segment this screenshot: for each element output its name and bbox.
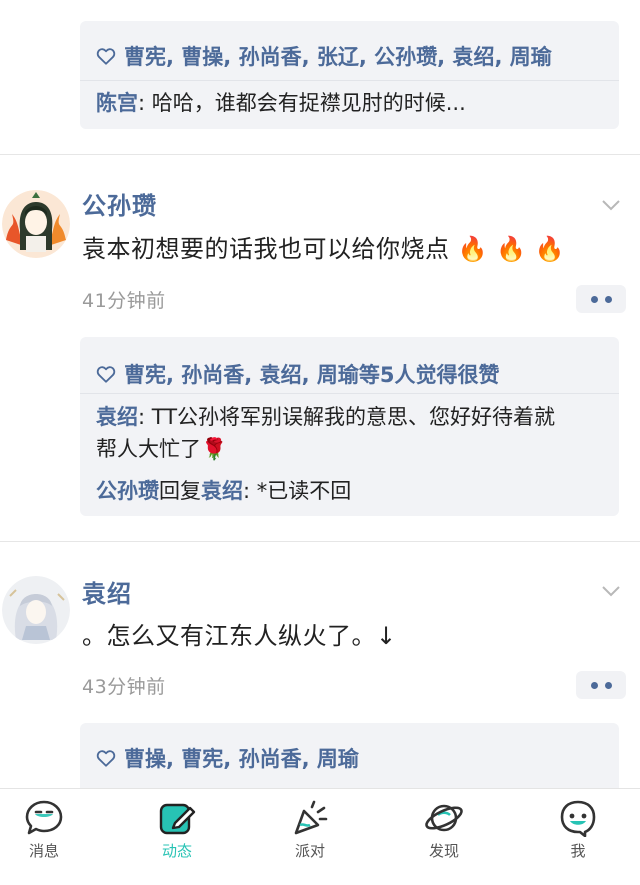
card-separator [80, 393, 619, 394]
tab-label: 消息 [28, 842, 59, 860]
likes-names: 曹宪, 曹操, 孙尚香, 张辽, 公孙瓒, 袁绍, 周瑜 [124, 45, 552, 69]
comment-author[interactable]: 袁绍 [96, 405, 138, 429]
post-time: 41分钟前 [82, 290, 166, 312]
tab-moments[interactable]: 动态 [113, 789, 241, 885]
bottom-tab-bar: 消息 动态 派对 发现 我 [0, 788, 640, 885]
interaction-card: 曹宪, 曹操, 孙尚香, 张辽, 公孙瓒, 袁绍, 周瑜 陈宫: 哈哈，谁都会有… [80, 21, 619, 129]
tab-label: 发现 [428, 842, 459, 860]
post-content: 。怎么又有江东人纵火了。↓ [82, 622, 397, 650]
avatar[interactable] [2, 190, 70, 258]
comment-text: 帮人大忙了 [96, 437, 201, 461]
comment-text: : *已读不回 [243, 479, 352, 503]
avatar[interactable] [2, 576, 70, 644]
reply-target[interactable]: 袁绍 [201, 479, 243, 503]
interaction-card: 曹操, 曹宪, 孙尚香, 周瑜 [80, 723, 619, 788]
comment-text: : 哈哈，谁都会有捉襟见肘的时候... [138, 91, 466, 115]
moments-icon [159, 803, 196, 835]
post-content-text: 袁本初想要的话我也可以给你烧点 [82, 235, 450, 263]
feed-list[interactable]: 曹宪, 曹操, 孙尚香, 张辽, 公孙瓒, 袁绍, 周瑜 陈宫: 哈哈，谁都会有… [0, 0, 640, 788]
card-separator [80, 80, 619, 81]
likes-names: 曹操, 曹宪, 孙尚香, 周瑜 [124, 747, 359, 771]
comment-text: : TT公孙将军别误解我的意思、您好好待着就 [138, 405, 556, 429]
likes-names: 曹宪, 孙尚香, 袁绍, 周瑜等5人觉得很赞 [124, 363, 500, 387]
chevron-down-icon[interactable] [600, 580, 622, 602]
post-divider [0, 541, 640, 542]
rose-emoji-icon: 🌹 [201, 437, 228, 461]
party-icon [294, 800, 328, 835]
me-face-icon [560, 800, 596, 837]
tab-messages[interactable]: 消息 [0, 789, 108, 885]
tab-label: 派对 [294, 842, 325, 860]
fire-emoji-icon: 🔥 🔥 🔥 [457, 235, 566, 263]
likes-row[interactable]: 曹操, 曹宪, 孙尚香, 周瑜 [96, 743, 607, 773]
post-author-name[interactable]: 袁绍 [82, 574, 132, 609]
post-divider [0, 154, 640, 155]
comment-item[interactable]: 袁绍: TT公孙将军别误解我的意思、您好好待着就 帮人大忙了🌹 [96, 401, 603, 465]
more-options-button[interactable] [576, 671, 626, 699]
comment-author[interactable]: 公孙瓒 [96, 479, 159, 503]
likes-row[interactable]: 曹宪, 曹操, 孙尚香, 张辽, 公孙瓒, 袁绍, 周瑜 [96, 41, 607, 71]
tab-me[interactable]: 我 [514, 789, 640, 885]
post-author-name[interactable]: 公孙瓒 [82, 186, 157, 221]
chevron-down-icon[interactable] [600, 194, 622, 216]
reply-label: 回复 [159, 479, 201, 503]
likes-row[interactable]: 曹宪, 孙尚香, 袁绍, 周瑜等5人觉得很赞 [96, 359, 607, 389]
heart-icon [96, 48, 116, 65]
interaction-card: 曹宪, 孙尚香, 袁绍, 周瑜等5人觉得很赞 袁绍: TT公孙将军别误解我的意思… [80, 337, 619, 516]
comment-item[interactable]: 陈宫: 哈哈，谁都会有捉襟见肘的时候... [96, 87, 603, 119]
post-content: 袁本初想要的话我也可以给你烧点 🔥 🔥 🔥 [82, 232, 600, 266]
tab-label: 动态 [161, 842, 192, 860]
more-options-button[interactable] [576, 285, 626, 313]
heart-icon [96, 750, 116, 767]
tab-party[interactable]: 派对 [246, 789, 374, 885]
comment-author[interactable]: 陈宫 [96, 91, 138, 115]
heart-icon [96, 366, 116, 383]
post-time: 43分钟前 [82, 676, 166, 698]
comment-item[interactable]: 公孙瓒回复袁绍: *已读不回 [96, 475, 603, 507]
tab-label: 我 [570, 842, 586, 860]
tab-discover[interactable]: 发现 [380, 789, 508, 885]
discover-planet-icon [425, 804, 463, 832]
message-icon [25, 800, 63, 835]
